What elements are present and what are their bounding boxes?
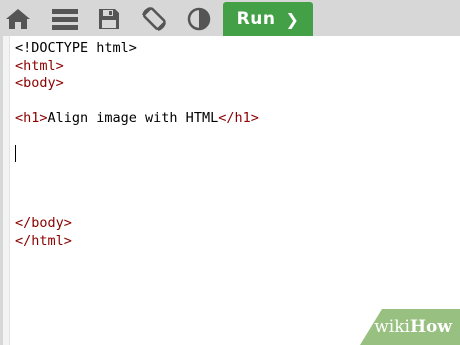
code-text: Align image with HTML — [47, 110, 219, 126]
code-line — [15, 145, 259, 163]
code-tag: <body> — [15, 75, 64, 91]
code-tag: <html> — [15, 57, 64, 74]
run-button[interactable]: Run ❯ — [223, 2, 313, 36]
run-button-label: Run — [236, 9, 276, 29]
code-line: <html> — [15, 58, 259, 76]
code-line: </body> — [15, 215, 259, 233]
watermark-suffix: How — [409, 317, 452, 337]
rotate-icon[interactable] — [139, 4, 169, 34]
code-area[interactable]: <!DOCTYPE html> <html> <body> <h1>Align ima… — [15, 40, 259, 250]
toolbar: Run ❯ — [0, 0, 460, 36]
code-tag: </html> — [15, 232, 72, 249]
menu-icon[interactable] — [50, 4, 80, 34]
code-editor[interactable]: <!DOCTYPE html> <html> <body> <h1>Align ima… — [3, 36, 460, 345]
code-tag: </h1> — [218, 110, 259, 126]
editor-gutter — [3, 36, 10, 345]
code-tag: </body> — [15, 215, 72, 231]
home-icon[interactable] — [3, 4, 33, 34]
code-line: <h1>Align image with HTML</h1> — [15, 110, 259, 128]
chevron-right-icon: ❯ — [285, 9, 300, 29]
watermark-prefix: wiki — [374, 317, 410, 337]
code-line: <!DOCTYPE html> — [15, 40, 259, 58]
code-line: <body> — [15, 75, 259, 93]
save-icon[interactable] — [94, 4, 124, 34]
contrast-icon[interactable] — [184, 4, 214, 34]
text-cursor — [15, 145, 16, 162]
code-line: </html> — [15, 233, 259, 251]
code-tag: <h1> — [15, 110, 48, 126]
code-text: <!DOCTYPE html> — [15, 40, 137, 56]
